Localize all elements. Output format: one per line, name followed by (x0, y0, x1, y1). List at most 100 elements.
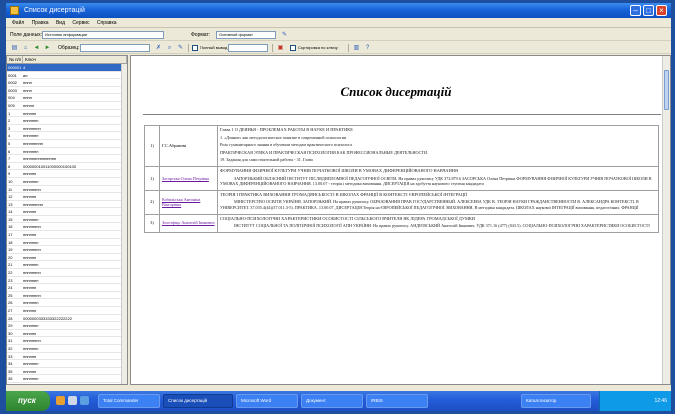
record-list-item[interactable]: 5 ннннннннн (7, 140, 127, 148)
record-key: нннннннн (23, 247, 41, 253)
record-row: 1) Г.С.Абрамова Глава 1 О ДЕЯНЬЯ - ПРОБЛЕМ… (144, 125, 659, 167)
task-button[interactable]: Документ (301, 394, 363, 408)
window-titlebar[interactable]: Список дисертацій – □ × (6, 3, 671, 18)
record-list-item[interactable]: 4 ннннннн (7, 132, 127, 140)
document-scrollbar[interactable] (662, 56, 670, 384)
full-output-checkbox[interactable] (192, 45, 198, 51)
record-list-item[interactable]: 0003 нннн (7, 87, 127, 95)
record-key: нннннн (23, 194, 37, 200)
record-list-item[interactable]: 25 нннннннн (7, 292, 127, 300)
record-list-item[interactable]: 1 нннннн (7, 110, 127, 118)
record-list-item[interactable]: 004 нннн (7, 94, 127, 102)
record-list-item[interactable]: 14 нннннн (7, 208, 127, 216)
record-list-item[interactable]: 15 ннннннн (7, 216, 127, 224)
record-number: 32 (8, 345, 13, 351)
record-list-item[interactable]: 27 нннннн (7, 307, 127, 315)
start-button[interactable]: пуск (6, 391, 50, 411)
menu-view[interactable]: Вид (56, 18, 65, 28)
record-list-item[interactable]: 33 нннннн (7, 353, 127, 361)
record-list-item[interactable]: 12 нннннн (7, 193, 127, 201)
record-list-item[interactable]: 16 нннннннн (7, 223, 127, 232)
author-link[interactable]: Золотфіцо Анатолій Іванович (162, 220, 215, 225)
record-list-item[interactable]: 3 нннннннн (7, 125, 127, 133)
field-select[interactable]: Источник информации (42, 31, 164, 39)
menu-file[interactable]: Файл (12, 18, 24, 28)
task-button[interactable]: Total Commander (98, 394, 160, 408)
record-heading: Глава 1 О ДЕЯНЬЯ - ПРОБЛЕМАХ РАБОТЫ В НА… (220, 127, 353, 132)
column-key[interactable]: Ключ (23, 56, 127, 63)
record-number: 35 (8, 368, 13, 374)
task-button-active[interactable]: Список дисертацій (163, 394, 233, 408)
record-list-item[interactable]: 19 нннннннн (7, 246, 127, 254)
record-list-item[interactable]: 20 нннннн (7, 254, 127, 262)
record-list-item[interactable]: 7 ннннннннннннннн (7, 155, 127, 163)
record-list-item[interactable]: 0001 ии (7, 72, 127, 80)
edit-icon[interactable]: ✎ (176, 44, 185, 52)
quicklaunch-browser-icon[interactable] (56, 396, 65, 405)
new-icon[interactable]: ▤ (10, 44, 19, 52)
maximize-button[interactable]: □ (643, 5, 654, 16)
clock[interactable]: 12:46 (654, 398, 667, 404)
record-list-item[interactable]: 29 ннннннн (7, 322, 127, 330)
task-button[interactable]: Каталогизатор (521, 394, 591, 408)
close-button[interactable]: × (656, 5, 667, 16)
record-list-item[interactable]: 34 ннннннн (7, 360, 127, 368)
menu-edit[interactable]: Правка (32, 18, 49, 28)
record-list-item[interactable]: 36 ннннннн (7, 375, 127, 383)
record-description: ФОРМУВАННЯ ФІЗИЧНОЇ КУЛЬТУРИ УЧНІВ ПОЧАТ… (217, 165, 659, 191)
record-list-item[interactable]: 10 ннннннн (7, 178, 127, 186)
record-list-item[interactable]: 9 нннннн (7, 170, 127, 178)
record-list-item[interactable]: 18 ннннннн (7, 239, 127, 247)
record-list-item[interactable]: 35 нннннн (7, 368, 127, 376)
minimize-button[interactable]: – (630, 5, 641, 16)
menu-service[interactable]: Сервис (72, 18, 89, 28)
record-list-item[interactable]: 17 нннннн (7, 231, 127, 239)
document-scroll-thumb[interactable] (664, 70, 669, 110)
record-index: 2) (144, 189, 160, 215)
record-list-item[interactable]: 24 нннннн (7, 284, 127, 292)
help-icon[interactable]: ? (363, 44, 372, 52)
record-key: ннннннн (23, 133, 39, 139)
record-list-item[interactable]: 005 ннннн (7, 102, 127, 110)
record-list-item[interactable]: 28 0000000333333322222222 (7, 315, 127, 323)
record-number: 36 (8, 376, 13, 382)
view-select[interactable] (80, 44, 150, 52)
record-list-item[interactable]: 30 нннннн (7, 330, 127, 338)
record-list-item[interactable]: 000001 4 (7, 64, 127, 72)
output-select[interactable] (228, 44, 268, 52)
menu-help[interactable]: Справка (97, 18, 117, 28)
record-list-item[interactable]: 11 нннннннн (7, 186, 127, 194)
print-icon[interactable]: ▣ (276, 44, 285, 52)
author-link[interactable]: Кобильська Антоніна Вікторівна (162, 197, 200, 208)
task-button[interactable]: IRBIS (366, 394, 428, 408)
task-button[interactable]: Microsoft Word (236, 394, 298, 408)
record-list-item[interactable]: 22 нннннннн (7, 269, 127, 277)
find-icon[interactable]: ✗ (154, 44, 163, 52)
open-icon[interactable]: ⌂ (21, 44, 30, 52)
record-list-item[interactable]: 26 ннннннн (7, 299, 127, 307)
sort-checkbox[interactable] (290, 45, 296, 51)
record-list-item[interactable]: 31 нннннннн (7, 337, 127, 345)
record-list-scrollbar[interactable] (121, 64, 127, 384)
column-number[interactable]: № п/п (7, 56, 23, 63)
record-list-item[interactable]: 13 ннннннннн (7, 201, 127, 209)
record-heading: СОЦІАЛЬНО-ПСИХОЛОГІЧНІ ХАРАКТЕРИСТИКИ ОС… (220, 215, 475, 221)
record-list-item[interactable]: 6 ннннннн (7, 148, 127, 156)
window-title: Список дисертацій (24, 7, 85, 14)
quicklaunch-media-icon[interactable] (80, 396, 89, 405)
format-apply-icon[interactable]: ✎ (280, 31, 289, 39)
record-list-item[interactable]: 0002 нннн (7, 79, 127, 87)
record-list-item[interactable]: 21 ннннннн (7, 261, 127, 270)
author-link[interactable]: Засорська Олена Петрівна (162, 176, 209, 181)
back-icon[interactable]: ◄ (32, 44, 41, 52)
quicklaunch-desktop-icon[interactable] (68, 396, 77, 405)
record-list-item[interactable]: 2 ннннннн (7, 117, 127, 125)
record-list-item[interactable]: 32 ннннннн (7, 345, 127, 353)
save-icon[interactable]: ▥ (352, 44, 361, 52)
filter-icon[interactable]: ⌕ (165, 44, 174, 52)
format-select[interactable]: Основной формат (216, 31, 276, 39)
forward-icon[interactable]: ► (43, 44, 52, 52)
record-list-item[interactable]: 8 000000010011000000100100 (7, 163, 127, 171)
record-list-item[interactable]: 23 ннннннн (7, 277, 127, 285)
record-list[interactable]: № п/п Ключ 000001 4 0001 ии 0002 нннн 0003 нннн… (6, 55, 128, 385)
